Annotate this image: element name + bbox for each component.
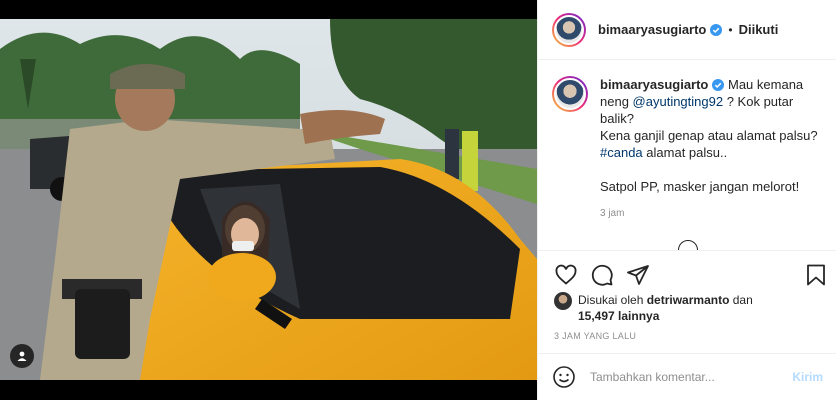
likes-others-link[interactable]: 15,497 lainnya	[578, 309, 659, 323]
user-tag-button[interactable]	[10, 344, 34, 368]
caption-line-3: balik?	[600, 111, 634, 126]
caption-username[interactable]: bimaaryasugiarto	[600, 77, 708, 92]
comments-section: bimaaryasugiarto Mau kemana neng @ayutin…	[538, 60, 836, 250]
comment-input[interactable]	[590, 370, 780, 384]
caption-line-1: Mau kemana	[728, 77, 804, 92]
post-comment-button[interactable]: Kirim	[792, 370, 823, 384]
likes-text: Disukai oleh detriwarmanto dan 15,497 la…	[578, 292, 753, 324]
post-media	[0, 0, 537, 400]
mention-link[interactable]: @ayutingting92	[633, 94, 724, 109]
liker-avatar[interactable]	[554, 292, 572, 310]
share-icon[interactable]	[626, 263, 650, 287]
post-side-panel: bimaaryasugiarto • Diikuti bimaaryasugia…	[537, 0, 836, 400]
follow-status-button[interactable]: Diikuti	[739, 22, 779, 37]
post-timestamp[interactable]: 3 JAM YANG LALU	[554, 331, 636, 341]
comment-icon[interactable]	[590, 263, 614, 287]
liker-username[interactable]: detriwarmanto	[647, 293, 730, 307]
caption-time[interactable]: 3 jam	[600, 205, 823, 222]
verified-badge-icon	[712, 79, 725, 91]
emoji-icon[interactable]	[552, 365, 576, 389]
add-comment-bar: Kirim	[538, 353, 836, 400]
heart-icon[interactable]	[554, 263, 578, 287]
likes-middle: dan	[732, 293, 753, 307]
bookmark-icon[interactable]	[804, 263, 828, 287]
author-avatar[interactable]	[552, 12, 586, 47]
caption-line-2-prefix: neng	[600, 94, 629, 109]
caption-text: bimaaryasugiarto Mau kemana neng @ayutin…	[600, 76, 823, 222]
caption-line-6: Satpol PP, masker jangan melorot!	[600, 179, 800, 194]
caption-author-avatar[interactable]	[552, 76, 588, 112]
verified-badge-icon	[710, 23, 723, 36]
likes-prefix: Disukai oleh	[578, 293, 644, 307]
load-more-comments-icon[interactable]	[678, 240, 698, 250]
caption-line-4: Kena ganjil genap atau alamat palsu?	[600, 128, 818, 143]
likes-summary: Disukai oleh detriwarmanto dan 15,497 la…	[554, 292, 824, 324]
action-bar	[538, 250, 836, 294]
hashtag-link[interactable]: #canda	[600, 145, 643, 160]
header-separator: •	[728, 22, 733, 37]
post-header: bimaaryasugiarto • Diikuti	[538, 0, 836, 60]
caption-row: bimaaryasugiarto Mau kemana neng @ayutin…	[552, 76, 823, 222]
caption-line-2-suffix: ? Kok putar	[726, 94, 794, 109]
instagram-post-viewer: bimaaryasugiarto • Diikuti bimaaryasugia…	[0, 0, 836, 400]
user-tag-icon	[17, 351, 27, 361]
caption-line-5-suffix: alamat palsu..	[646, 145, 728, 160]
post-photo[interactable]	[0, 19, 537, 380]
author-username[interactable]: bimaaryasugiarto	[598, 22, 706, 37]
